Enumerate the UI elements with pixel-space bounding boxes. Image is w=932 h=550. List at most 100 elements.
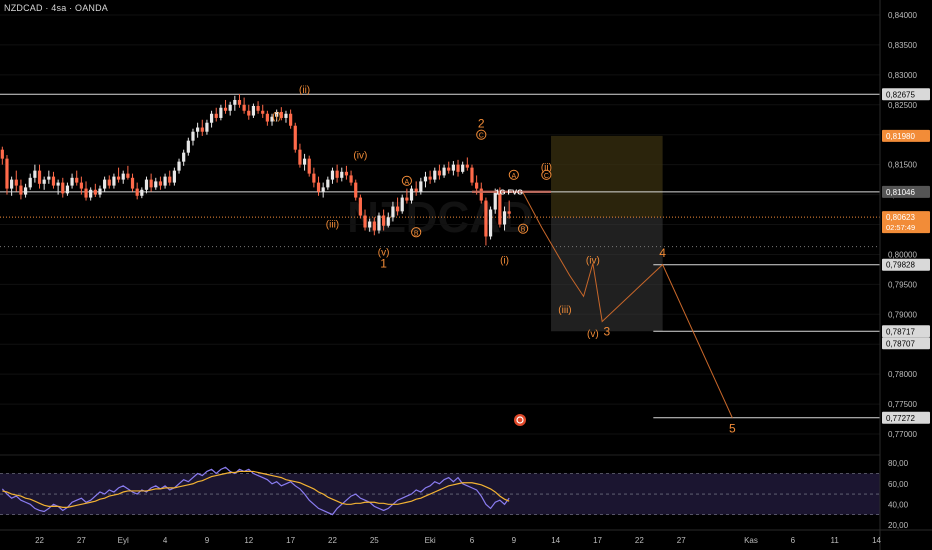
wave-label: (iv)	[586, 255, 600, 266]
candle-body	[14, 179, 18, 186]
candle-body	[223, 107, 228, 111]
candle-body	[488, 209, 493, 237]
candle-body	[121, 173, 125, 180]
candle-body	[349, 175, 353, 183]
time-tick-label: 17	[286, 536, 295, 545]
wave-label: (iii)	[326, 220, 339, 231]
candle-body	[28, 177, 32, 188]
time-tick-label: 6	[791, 536, 796, 545]
candle-body	[247, 110, 251, 116]
time-tick-label: 12	[244, 536, 253, 545]
candle-body	[465, 164, 469, 168]
candle-body	[107, 179, 111, 186]
candle-body	[205, 122, 209, 132]
candle-body	[186, 140, 190, 153]
candle-body	[209, 113, 214, 123]
candle-body	[126, 173, 130, 178]
wave-label: B	[521, 227, 526, 234]
candle-body	[163, 176, 167, 186]
candle-body	[265, 113, 269, 122]
candle-body	[405, 197, 409, 201]
candle-body	[70, 177, 74, 186]
candle-body	[196, 127, 200, 132]
candle-body	[103, 179, 107, 189]
candle-body	[451, 164, 455, 171]
symbol-header[interactable]: NZDCAD · 4sa · OANDA	[4, 3, 108, 13]
candle-body	[0, 149, 4, 159]
price-tick-label: 0,78000	[888, 370, 917, 379]
time-tick-label: Kas	[744, 536, 758, 545]
candle-body	[56, 182, 60, 186]
candle-body	[42, 179, 46, 184]
time-tick-label: 6	[470, 536, 475, 545]
candle-body	[382, 215, 386, 226]
candle-body	[461, 164, 465, 172]
candle-body	[363, 215, 367, 228]
candle-body	[289, 113, 293, 126]
price-tag-label: 0,80623	[886, 213, 915, 222]
price-tag-label: 0,82675	[886, 90, 915, 99]
wave-label: 3	[603, 324, 610, 338]
time-tick-label: 22	[35, 536, 44, 545]
candle-body	[377, 215, 381, 231]
candle-body	[65, 185, 70, 194]
candle-body	[316, 182, 321, 192]
price-tick-label: 0,81500	[888, 161, 917, 170]
time-tick-label: 22	[635, 536, 644, 545]
candle-body	[177, 161, 181, 171]
price-tick-label: 0,83500	[888, 41, 917, 50]
wave-label: 4	[659, 246, 666, 260]
candle-body	[168, 176, 172, 183]
alert-icon[interactable]	[514, 414, 526, 426]
wave-label: (i)	[272, 112, 281, 123]
candle-body	[344, 171, 349, 176]
candle-body	[330, 170, 335, 180]
wave-label: 2	[478, 117, 485, 131]
candle-body	[312, 173, 316, 183]
rsi-tick-label: 40,00	[888, 500, 909, 509]
candle-body	[116, 176, 121, 180]
nzdcad-chart[interactable]: NZDCAD (ii)(i)(iv)(iii)(v)1AB2C(i)AB(ii)…	[0, 0, 932, 550]
candle-body	[214, 113, 218, 118]
rsi-tick-label: 80,00	[888, 459, 909, 468]
candle-body	[358, 197, 362, 216]
candle-body	[395, 206, 400, 212]
candle-body	[368, 221, 372, 228]
candle-body	[5, 158, 9, 189]
time-tick-label: 25	[370, 536, 379, 545]
fvg-label: 1G FVG	[495, 187, 523, 196]
candle-body	[437, 170, 442, 176]
time-tick-label: 4	[163, 536, 168, 545]
candle-body	[475, 182, 479, 189]
time-tick-label: 14	[551, 536, 560, 545]
candle-body	[335, 170, 339, 178]
candle-body	[84, 188, 88, 198]
candle-body	[219, 107, 223, 118]
rsi-tick-label: 60,00	[888, 480, 909, 489]
candle-body	[61, 182, 65, 194]
candle-body	[140, 189, 144, 196]
candle-body	[242, 104, 246, 111]
candle-body	[135, 188, 139, 196]
candle-body	[293, 125, 297, 150]
wave-label: 1	[380, 257, 387, 271]
candle-body	[428, 176, 432, 180]
candle-body	[400, 197, 404, 212]
time-tick-label: 27	[677, 536, 686, 545]
candle-body	[386, 217, 390, 226]
time-tick-label: 9	[205, 536, 210, 545]
wave-label: (v)	[587, 329, 599, 340]
price-tick-label: 0,77000	[888, 430, 917, 439]
rsi-pane[interactable]	[0, 466, 880, 516]
candle-body	[37, 170, 42, 184]
candle-body	[200, 127, 204, 132]
candle-body	[98, 188, 102, 195]
candle-body	[233, 99, 237, 105]
time-tick-label: 17	[593, 536, 602, 545]
time-tick-label: 22	[328, 536, 337, 545]
time-tick-label: Eki	[425, 536, 436, 545]
price-tick-label: 0,84000	[888, 11, 917, 20]
candle-body	[414, 188, 418, 192]
candle-body	[391, 206, 395, 218]
candle-body	[442, 167, 446, 176]
